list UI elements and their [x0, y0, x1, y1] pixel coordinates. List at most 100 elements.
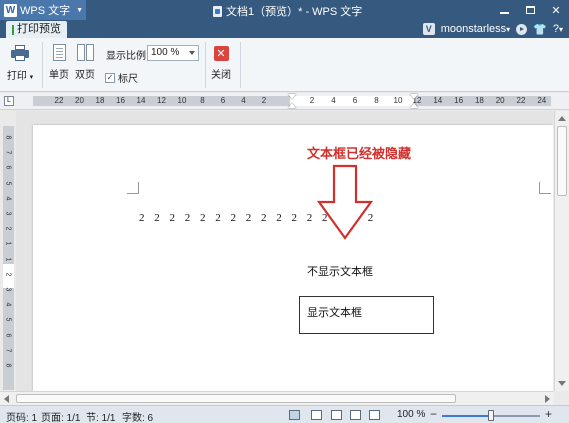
print-label: 打印: [6, 71, 27, 82]
vertical-ruler-number: 4: [4, 302, 12, 307]
textbox-text: 显示文本框: [307, 306, 362, 319]
status-bar: 页码: 1 页面: 1/1 节: 1/1 字数: 6 100 % − +: [0, 405, 569, 423]
full-screen-icon[interactable]: [369, 410, 380, 420]
status-page: 页码: 1: [6, 413, 38, 423]
web-view-icon[interactable]: [350, 410, 361, 420]
vertical-ruler-number: 8: [4, 135, 12, 140]
horizontal-ruler[interactable]: L 22 20 18 16 14 12 10 8 6 4 2 2 4 6 8 10 12 14 16 18 20 22 24: [0, 93, 569, 110]
down-arrow-icon: [316, 164, 374, 240]
right-indent-marker[interactable]: [410, 94, 418, 108]
no-show-textbox-label: 不显示文本框: [307, 265, 373, 278]
ruler-number: 10: [393, 96, 403, 105]
single-page-button[interactable]: 单页: [47, 38, 71, 81]
margin-corner-top-left: [127, 182, 139, 194]
vertical-ruler-number: 2: [4, 272, 12, 277]
zoom-out-button[interactable]: −: [430, 407, 437, 421]
close-icon: ✕: [551, 4, 561, 17]
window-title: 文档1（预览）* - WPS 文字: [213, 3, 362, 19]
ruler-number: 2: [309, 96, 315, 105]
vip-badge-icon: V: [422, 23, 435, 35]
close-window-button[interactable]: ✕: [543, 0, 569, 20]
print-preview-toolbar: 打印 ▾ 单页 双页 显示比例 100 % ✓ 标尺 ✕ 关闭: [0, 38, 569, 92]
ruler-number: 22: [54, 96, 64, 105]
vertical-ruler-number: 6: [4, 333, 12, 338]
window-controls: ✕: [491, 0, 569, 20]
minimize-button[interactable]: [491, 0, 517, 20]
ruler-number: 2: [261, 96, 267, 105]
user-name[interactable]: moonstarless: [441, 23, 506, 35]
help-icon[interactable]: ?▾: [553, 23, 563, 35]
tab-print-preview[interactable]: 打印预览: [6, 21, 67, 38]
vertical-ruler-number: 3: [4, 287, 12, 292]
vertical-ruler-number: 1: [4, 257, 12, 262]
vertical-ruler-number: 1: [4, 241, 12, 246]
ruler-number: 4: [241, 96, 246, 105]
zoom-caret-icon: [189, 51, 195, 55]
tab-stop-selector-icon[interactable]: L: [4, 96, 14, 106]
ruler-number: 22: [516, 96, 526, 105]
skin-shirt-icon[interactable]: 👕: [533, 23, 547, 36]
ruler-number: 14: [433, 96, 443, 105]
outline-view-icon[interactable]: [331, 410, 342, 420]
scroll-left-icon[interactable]: [4, 395, 9, 403]
ruler-number: 18: [474, 96, 484, 105]
single-page-icon: [52, 44, 66, 61]
ruler-toggle[interactable]: ✓ 标尺: [105, 70, 138, 85]
maximize-button[interactable]: [517, 0, 543, 20]
minimize-icon: [499, 11, 509, 14]
play-circle-icon[interactable]: [516, 23, 528, 35]
document-page: 2 2 2 2 2 2 2 2 2 2 2 2 2 2 2 2 文本框已经被隐藏…: [33, 125, 553, 391]
tab-bar: 打印预览 V moonstarless ▾ 👕 ?▾: [0, 20, 569, 38]
zoom-select-value: 100 %: [151, 47, 180, 58]
ruler-checkbox[interactable]: ✓: [105, 72, 115, 83]
hidden-textbox-note: 文本框已经被隐藏: [307, 147, 412, 162]
zoom-slider-thumb[interactable]: [488, 410, 494, 421]
reading-view-icon[interactable]: [311, 410, 322, 420]
app-menu-button[interactable]: W WPS 文字 ▼: [0, 0, 86, 20]
ruler-number: 18: [95, 96, 105, 105]
scroll-right-icon[interactable]: [545, 395, 550, 403]
status-zoom-value[interactable]: 100 %: [397, 409, 425, 420]
ruler-number: 16: [116, 96, 125, 105]
ruler-number: 4: [331, 96, 336, 105]
double-page-button[interactable]: 双页: [73, 38, 97, 81]
vertical-ruler-number: 5: [4, 317, 12, 322]
document-canvas: 2 2 2 2 2 2 2 2 2 2 2 2 2 2 2 2 文本框已经被隐藏…: [16, 111, 553, 391]
ruler-label: 标尺: [118, 74, 138, 85]
vertical-scrollbar[interactable]: [554, 111, 569, 391]
user-menu-caret-icon[interactable]: ▾: [506, 25, 510, 34]
print-button[interactable]: 打印 ▾: [6, 38, 34, 82]
vertical-ruler-number: 2: [4, 226, 12, 231]
ruler-number: 14: [136, 96, 146, 105]
tab-marker-icon: [12, 24, 14, 35]
zoom-in-button[interactable]: +: [545, 407, 552, 421]
left-indent-marker[interactable]: [288, 94, 296, 108]
printer-icon: [11, 45, 29, 61]
toolbar-separator: [42, 42, 43, 88]
print-caret-icon: ▾: [29, 74, 34, 81]
textbox[interactable]: 显示文本框: [299, 296, 434, 334]
double-page-label: 双页: [75, 70, 95, 81]
zoom-select[interactable]: 100 %: [147, 45, 199, 61]
title-bar: W WPS 文字 ▼ 文档1（预览）* - WPS 文字 ✕: [0, 0, 569, 20]
app-name: WPS 文字: [20, 5, 71, 17]
close-preview-button[interactable]: ✕ 关闭: [209, 38, 233, 81]
horizontal-scrollbar[interactable]: [0, 391, 554, 405]
horizontal-scroll-thumb[interactable]: [16, 394, 456, 403]
window-title-text: 文档1（预览）* - WPS 文字: [226, 6, 363, 18]
ruler-number: 20: [75, 96, 84, 105]
scroll-up-icon[interactable]: [558, 116, 566, 121]
ruler-number: 6: [352, 96, 358, 105]
status-section: 节: 1/1: [86, 413, 116, 423]
close-preview-label: 关闭: [211, 70, 231, 81]
scroll-down-icon[interactable]: [558, 381, 566, 386]
page-view-icon[interactable]: [289, 410, 300, 420]
status-word-count: 字数: 6: [122, 413, 154, 423]
ruler-number: 8: [200, 96, 205, 105]
vertical-ruler-number: 4: [4, 196, 12, 201]
vertical-ruler-number: 8: [4, 363, 12, 368]
ruler-number: 16: [454, 96, 464, 105]
vertical-scroll-thumb[interactable]: [557, 126, 567, 196]
ruler-number: 10: [177, 96, 187, 105]
ruler-number: 24: [537, 96, 547, 105]
